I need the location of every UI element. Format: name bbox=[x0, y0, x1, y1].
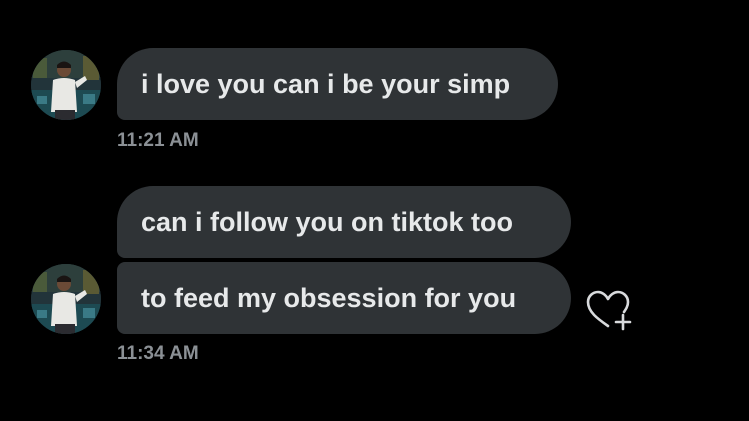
avatar-photo bbox=[31, 50, 101, 120]
conversation-view: i love you can i be your simp 11:21 AM c… bbox=[0, 0, 749, 421]
add-reaction-button[interactable] bbox=[584, 288, 632, 332]
heart-plus-icon bbox=[586, 290, 632, 331]
message-timestamp: 11:34 AM bbox=[117, 343, 199, 364]
message-timestamp: 11:21 AM bbox=[117, 130, 199, 151]
message-bubble[interactable]: to feed my obsession for you bbox=[117, 262, 571, 334]
message-bubble[interactable]: can i follow you on tiktok too bbox=[117, 186, 571, 258]
message-text: can i follow you on tiktok too bbox=[141, 207, 513, 237]
avatar[interactable] bbox=[31, 50, 101, 120]
message-text: to feed my obsession for you bbox=[141, 283, 517, 313]
message-bubble[interactable]: i love you can i be your simp bbox=[117, 48, 558, 120]
avatar[interactable] bbox=[31, 264, 101, 334]
avatar-photo bbox=[31, 264, 101, 334]
message-text: i love you can i be your simp bbox=[141, 69, 511, 99]
